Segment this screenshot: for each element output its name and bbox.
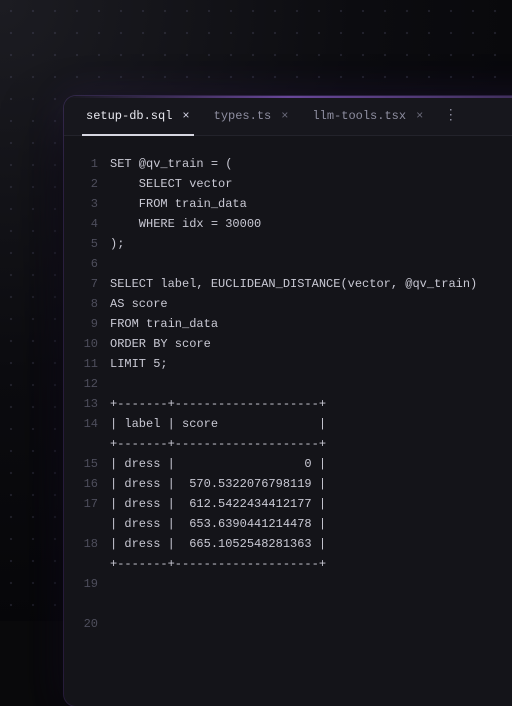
line-number: 11 xyxy=(64,354,98,374)
tabs-overflow-button[interactable]: ⋮ xyxy=(435,96,467,135)
code-line: SELECT label, EUCLIDEAN_DISTANCE(vector,… xyxy=(110,274,512,294)
line-number: 7 xyxy=(64,274,98,294)
line-number xyxy=(64,514,98,534)
code-line: FROM train_data xyxy=(110,314,512,334)
tab-llm-tools-tsx[interactable]: llm-tools.tsx × xyxy=(300,96,435,135)
tab-setup-db-sql[interactable]: setup-db.sql × xyxy=(74,96,202,135)
editor-window: setup-db.sql × types.ts × llm-tools.tsx … xyxy=(64,96,512,706)
code-line: | label | score | xyxy=(110,414,512,434)
line-number xyxy=(64,554,98,574)
line-number: 1 xyxy=(64,154,98,174)
code-line: FROM train_data xyxy=(110,194,512,214)
line-number: 9 xyxy=(64,314,98,334)
code-line: SELECT vector xyxy=(110,174,512,194)
line-number: 4 xyxy=(64,214,98,234)
kebab-icon: ⋮ xyxy=(444,107,459,124)
code-content[interactable]: SET @qv_train = ( SELECT vector FROM tra… xyxy=(110,154,512,634)
tab-label: setup-db.sql xyxy=(86,109,172,123)
tab-types-ts[interactable]: types.ts × xyxy=(202,96,301,135)
line-number xyxy=(64,594,98,614)
tab-bar: setup-db.sql × types.ts × llm-tools.tsx … xyxy=(64,96,512,136)
code-line: +-------+--------------------+ xyxy=(110,434,512,454)
code-line xyxy=(110,574,512,594)
code-line: ORDER BY score xyxy=(110,334,512,354)
close-icon[interactable]: × xyxy=(416,110,423,122)
code-line: | dress | 612.5422434412177 | xyxy=(110,494,512,514)
code-line: | dress | 0 | xyxy=(110,454,512,474)
code-line: SET @qv_train = ( xyxy=(110,154,512,174)
line-number: 10 xyxy=(64,334,98,354)
code-line: LIMIT 5; xyxy=(110,354,512,374)
close-icon[interactable]: × xyxy=(281,110,288,122)
close-icon[interactable]: × xyxy=(182,110,189,122)
code-line: | dress | 653.6390441214478 | xyxy=(110,514,512,534)
code-line: AS score xyxy=(110,294,512,314)
code-line: | dress | 570.5322076798119 | xyxy=(110,474,512,494)
code-line: ); xyxy=(110,234,512,254)
code-line xyxy=(110,254,512,274)
code-line: +-------+--------------------+ xyxy=(110,394,512,414)
code-editor[interactable]: 1234567891011121314151617181920 SET @qv_… xyxy=(64,136,512,634)
line-number: 5 xyxy=(64,234,98,254)
code-line xyxy=(110,594,512,614)
line-number: 18 xyxy=(64,534,98,554)
line-number-gutter: 1234567891011121314151617181920 xyxy=(64,154,110,634)
line-number: 3 xyxy=(64,194,98,214)
tab-label: types.ts xyxy=(214,109,272,123)
line-number: 16 xyxy=(64,474,98,494)
code-line xyxy=(110,374,512,394)
code-line: WHERE idx = 30000 xyxy=(110,214,512,234)
line-number: 12 xyxy=(64,374,98,394)
code-line: | dress | 665.1052548281363 | xyxy=(110,534,512,554)
line-number: 14 xyxy=(64,414,98,434)
line-number: 15 xyxy=(64,454,98,474)
line-number xyxy=(64,434,98,454)
line-number: 17 xyxy=(64,494,98,514)
line-number: 8 xyxy=(64,294,98,314)
tab-label: llm-tools.tsx xyxy=(312,109,406,123)
line-number: 13 xyxy=(64,394,98,414)
line-number: 6 xyxy=(64,254,98,274)
line-number: 2 xyxy=(64,174,98,194)
line-number: 20 xyxy=(64,614,98,634)
code-line: +-------+--------------------+ xyxy=(110,554,512,574)
line-number: 19 xyxy=(64,574,98,594)
